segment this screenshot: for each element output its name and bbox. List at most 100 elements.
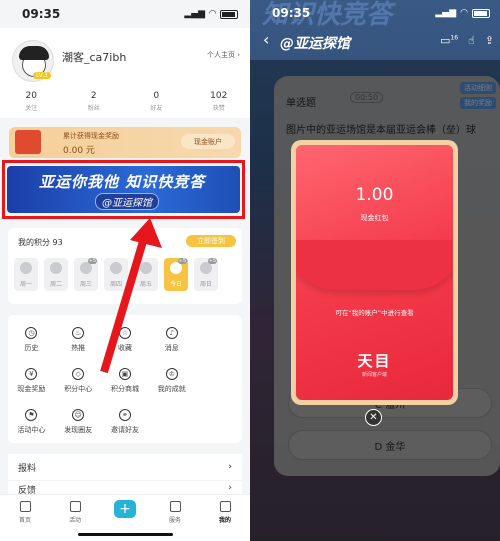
stat-item[interactable]: 0 好友 (125, 91, 188, 112)
sign-in-day[interactable]: 周四 (104, 258, 128, 291)
envelope-amount: 1.00 (355, 185, 394, 205)
status-bar: 09:35 ▂▄▆ ◠ (0, 0, 250, 28)
grid-empty (148, 402, 195, 443)
grid-item[interactable]: ◷ 历史 (8, 319, 55, 360)
stat-label: 好友 (150, 105, 163, 112)
day-label: 周三 (79, 281, 92, 288)
points-card: 我的积分 93 立即签到 周一 周二 +5 周三 周四 周五 +5 今日 +5 周日 (8, 228, 242, 304)
tab-label: 活动 (68, 517, 81, 524)
grid-item[interactable]: ♨ 热推 (55, 319, 102, 360)
chevron-right-icon: › (228, 462, 232, 472)
sign-in-day[interactable]: 周二 (44, 258, 68, 291)
tianmu-logo: 天目 (357, 352, 392, 370)
tab-icon (19, 501, 31, 512)
grid-item[interactable]: ¥ 现金奖励 (8, 360, 55, 401)
sign-in-day[interactable]: 周一 (14, 258, 38, 291)
stat-item[interactable]: 102 获赞 (188, 91, 251, 112)
smile-icon: ☺ (72, 409, 85, 422)
grid-item[interactable]: ☆ 收藏 (102, 319, 149, 360)
cash-account-button[interactable]: 现金账户 (181, 134, 235, 149)
status-icons: ▂▄▆ ◠ (184, 9, 238, 19)
back-icon[interactable]: ‹ (263, 30, 269, 49)
grid-item-label: 历史 (24, 343, 39, 352)
quiz-nav: ‹ @亚运探馆 ▭16 ☝ ⇪ (250, 30, 500, 52)
envelope-flap (296, 240, 453, 290)
profile-screen: 09:35 ▂▄▆ ◠ LV.3 潮客_ca7ibh 个人主页 › 20 关注 2 粉… (0, 0, 250, 541)
diamond-icon: ◇ (72, 367, 85, 380)
day-bonus: +5 (87, 258, 97, 264)
profile-header: LV.3 潮客_ca7ibh 个人主页 › 20 关注 2 粉丝 0 好友 102 获赞 (0, 28, 250, 118)
grid-item-label: 消息 (164, 343, 179, 352)
tab-label: 我的 (218, 517, 231, 524)
status-time: 09:35 (22, 7, 61, 21)
menu-row-report[interactable]: 报料 › (8, 454, 242, 480)
comment-icon[interactable]: ▭16 (440, 34, 458, 47)
nav-actions: ▭16 ☝ ⇪ (440, 34, 494, 47)
sign-in-day[interactable]: +5 周三 (74, 258, 98, 291)
grid-empty (195, 402, 242, 443)
stat-value: 102 (210, 91, 228, 101)
username: 潮客_ca7ibh (62, 51, 127, 64)
points-label: 我的积分 93 (18, 238, 63, 247)
grid-item[interactable]: ⚭ 邀请好友 (102, 402, 149, 443)
stat-label: 获赞 (212, 105, 225, 112)
quiz-banner[interactable]: 亚运你我他 知识快竞答 @亚运探馆 (7, 166, 240, 213)
stat-label: 粉丝 (87, 105, 100, 112)
grid-item-label: 热推 (71, 343, 86, 352)
tianmu-logo-sub: 新闻客户端 (361, 372, 387, 378)
like-icon[interactable]: ☝ (468, 34, 475, 47)
share-icon[interactable]: ⇪ (485, 34, 494, 47)
home-indicator (78, 533, 173, 536)
signal-icon: ▂▄▆ (184, 9, 206, 19)
day-label: 今日 (169, 281, 182, 288)
yen-icon: ¥ (25, 367, 38, 380)
sign-in-day[interactable]: +5 今日 (164, 258, 188, 291)
signal-icon: ▂▄▆ (435, 8, 457, 18)
screenshot-root: 09:35 ▂▄▆ ◠ LV.3 潮客_ca7ibh 个人主页 › 20 关注 2 粉… (0, 0, 500, 541)
cash-amount: 0.00 元 (63, 146, 95, 156)
stat-item[interactable]: 20 关注 (0, 91, 63, 112)
day-bonus: +5 (177, 258, 187, 264)
stat-item[interactable]: 2 粉丝 (63, 91, 126, 112)
grid-item[interactable]: ◇ 积分中心 (55, 360, 102, 401)
quiz-screen: 知识快竞答 09:35 ▂▄▆ ◠ ‹ @亚运探馆 ▭16 ☝ ⇪ 单选题 00… (250, 0, 500, 541)
stat-value: 20 (25, 91, 37, 101)
sign-in-day[interactable]: 周五 (134, 258, 158, 291)
red-envelope-modal: 1.00 现金红包 可在“我的账户”中进行查看 天目 新闻客户端 (291, 140, 458, 405)
sign-in-button[interactable]: 立即签到 (186, 235, 236, 247)
wifi-icon: ◠ (209, 9, 216, 19)
tab-item[interactable]: 首页 (0, 495, 50, 541)
tab-label: 服务 (168, 517, 181, 524)
tab-item[interactable]: 我的 (200, 495, 250, 541)
sign-in-days: 周一 周二 +5 周三 周四 周五 +5 今日 +5 周日 (14, 258, 218, 291)
homepage-link[interactable]: 个人主页 › (207, 50, 240, 60)
grid-item-label: 我的成就 (157, 384, 186, 393)
clock-icon: ◷ (25, 326, 38, 339)
envelope-note: 可在“我的账户”中进行查看 (335, 309, 414, 317)
stat-value: 0 (153, 91, 160, 101)
grid-empty (195, 319, 242, 360)
grid-item[interactable]: ▣ 积分商城 (102, 360, 149, 401)
gift-box-icon (15, 130, 41, 154)
sign-in-day[interactable]: +5 周日 (194, 258, 218, 291)
people-icon: ⚭ (118, 409, 131, 422)
menu-row-feedback[interactable]: 反馈 › (8, 481, 242, 495)
grid-item[interactable]: ♔ 我的成就 (148, 360, 195, 401)
coin-icon (20, 262, 32, 274)
wifi-icon: ◠ (460, 8, 468, 18)
stats-row: 20 关注 2 粉丝 0 好友 102 获赞 (0, 91, 250, 112)
stat-label: 关注 (25, 105, 38, 112)
grid-item[interactable]: ☺ 发现圈友 (55, 402, 102, 443)
grid-item[interactable]: ♪ 消息 (148, 319, 195, 360)
tab-icon (169, 501, 181, 512)
shop-icon: ▣ (118, 367, 131, 380)
medal-icon: ♔ (165, 367, 178, 380)
grid-item[interactable]: ⚑ 活动中心 (8, 402, 55, 443)
avatar-hair-icon (19, 46, 49, 60)
grid-item-label: 现金奖励 (17, 384, 46, 393)
level-badge: LV.3 (33, 72, 51, 79)
tab-label: 首页 (18, 517, 31, 524)
grid-item-label: 活动中心 (17, 426, 46, 435)
close-icon[interactable]: ✕ (365, 409, 382, 426)
cash-reward-card[interactable]: 累计获得现金奖励 0.00 元 现金账户 (9, 127, 241, 158)
